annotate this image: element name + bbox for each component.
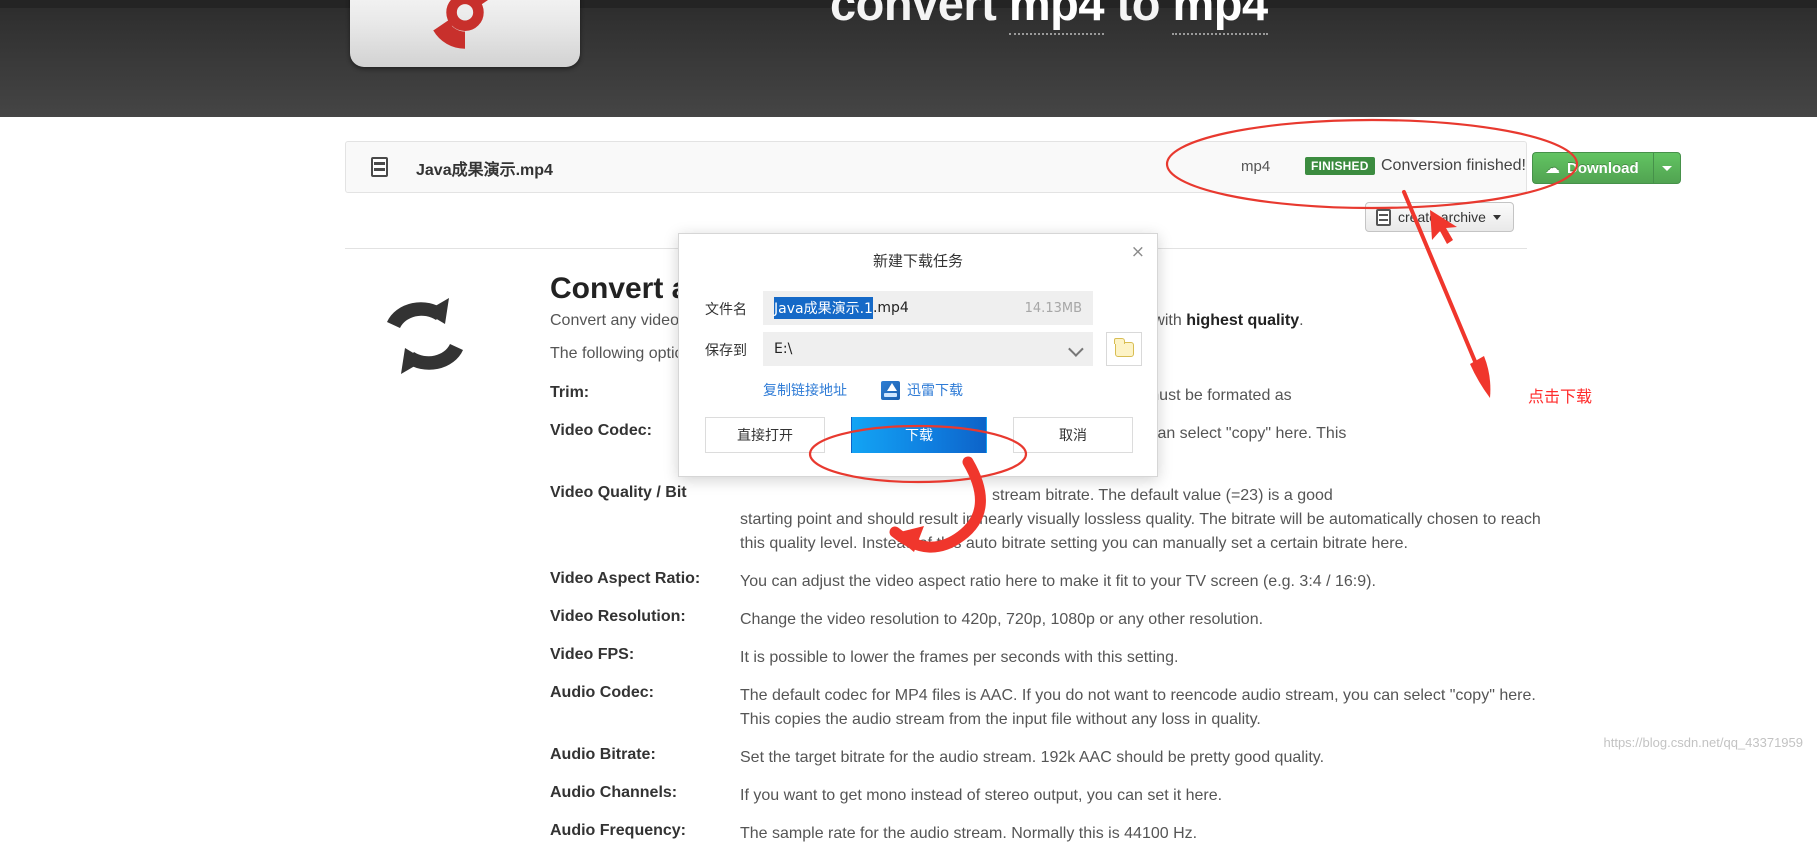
chevron-down-icon — [1661, 165, 1672, 171]
option-key: Audio Codec: — [550, 684, 654, 701]
filename-row: 文件名 Java成果演示.1 .mp4 14.13MB — [705, 291, 1135, 325]
table-row: Audio Codec: The default codec for MP4 f… — [550, 680, 1817, 742]
banner-title: convert mp4 to mp4 — [830, 0, 1268, 35]
option-key: Audio Channels: — [550, 784, 678, 801]
new-download-task-dialog: 新建下载任务 × 文件名 Java成果演示.1 .mp4 14.13MB 保存到 … — [678, 233, 1158, 477]
option-value: If you want to get mono instead of stere… — [740, 787, 1223, 804]
browse-folder-button[interactable] — [1106, 332, 1142, 366]
filename-selected-text: Java成果演示.1 — [774, 297, 873, 319]
option-key: Video Resolution: — [550, 608, 686, 625]
filename-input[interactable]: Java成果演示.1 .mp4 14.13MB — [763, 291, 1093, 325]
download-cloud-icon: ☁ — [1545, 160, 1560, 177]
banner-title-to: mp4 — [1172, 0, 1268, 35]
close-icon[interactable]: × — [1131, 244, 1145, 261]
status-text: Conversion finished! — [1381, 157, 1526, 174]
file-size-label: 14.13MB — [1024, 301, 1082, 316]
copy-link-button[interactable]: 复制链接地址 — [763, 380, 847, 400]
banner-title-mid: to — [1103, 0, 1173, 30]
article-para1-left: Convert any video ( — [550, 312, 689, 329]
annotation-note: 点击下载 — [1528, 387, 1593, 406]
option-key: Video Aspect Ratio: — [550, 570, 701, 587]
option-key: Audio Frequency: — [550, 822, 687, 839]
create-archive-label: create archive — [1398, 209, 1486, 225]
thunder-download-icon — [881, 380, 900, 400]
savepath-value: E:\ — [774, 341, 793, 357]
savepath-row: 保存到 E:\ — [705, 332, 1142, 366]
site-banner: convert mp4 to mp4 — [0, 0, 1817, 117]
watermark-text: https://blog.csdn.net/qq_43371959 — [1603, 735, 1804, 750]
table-row: Audio Channels: If you want to get mono … — [550, 780, 1817, 818]
cancel-button[interactable]: 取消 — [1013, 417, 1133, 453]
filename-label: 文件名 — [705, 302, 747, 318]
status-badge: FINISHED — [1305, 157, 1375, 175]
download-button-label: Download — [1567, 159, 1639, 177]
article-para2-left: The following option — [550, 345, 693, 362]
create-archive-button[interactable]: create archive — [1365, 202, 1514, 232]
table-row: Video Quality / Bit stream bitrate. The … — [550, 480, 1817, 566]
archive-icon — [1376, 209, 1391, 226]
folder-icon — [1113, 337, 1134, 357]
option-key: Video FPS: — [550, 646, 635, 663]
conversion-result-row: Java成果演示.mp4 mp4 FINISHED Conversion fin… — [345, 141, 1681, 193]
dialog-download-button[interactable]: 下载 — [851, 417, 987, 453]
video-file-icon — [371, 157, 388, 177]
chevron-down-icon — [1492, 214, 1501, 220]
refresh-cycle-icon — [375, 290, 475, 387]
option-value-text-3: this quality level. Instead of this auto… — [740, 535, 1408, 552]
download-dropdown-toggle[interactable] — [1652, 152, 1681, 184]
thunder-download-button[interactable]: 迅雷下载 — [881, 380, 963, 400]
option-value: Change the video resolution to 420p, 720… — [740, 611, 1264, 628]
download-button-group[interactable]: ☁ Download — [1532, 152, 1681, 184]
table-row: Video Resolution: Change the video resol… — [550, 604, 1817, 642]
table-row: Audio Frequency: The sample rate for the… — [550, 818, 1817, 856]
open-directly-button[interactable]: 直接打开 — [705, 417, 825, 453]
option-value: The default codec for MP4 files is AAC. … — [740, 680, 1817, 742]
option-key: Audio Bitrate: — [550, 746, 656, 763]
article-para1-end: . — [1299, 312, 1304, 329]
option-value-text-2: This copies the audio stream from the in… — [740, 711, 1261, 728]
option-value: The sample rate for the audio stream. No… — [740, 825, 1198, 842]
output-format-label: mp4 — [1241, 158, 1271, 175]
dialog-button-row: 直接打开 下载 取消 — [705, 417, 1133, 453]
option-value-text: stream bitrate. The default value (=23) … — [992, 487, 1333, 504]
dialog-title: 新建下载任务 — [872, 252, 963, 270]
filename-extension: .mp4 — [872, 300, 909, 316]
download-button[interactable]: ☁ Download — [1532, 152, 1653, 184]
chevron-down-icon — [1068, 341, 1084, 357]
option-key: Video Quality / Bit — [550, 484, 687, 501]
table-row: Video FPS: It is possible to lower the f… — [550, 642, 1817, 680]
option-value-text: The default codec for MP4 files is AAC. … — [740, 687, 1536, 704]
banner-title-from: mp4 — [1008, 0, 1104, 35]
result-file-name: Java成果演示.mp4 — [416, 162, 553, 179]
dialog-links-row: 复制链接地址 迅雷下载 — [763, 380, 963, 400]
option-value: It is possible to lower the frames per s… — [740, 649, 1179, 666]
thunder-download-label: 迅雷下载 — [907, 383, 963, 399]
table-row: Video Aspect Ratio: You can adjust the v… — [550, 566, 1817, 604]
option-value-text-2: starting point and should result in near… — [740, 511, 1541, 528]
option-value: You can adjust the video aspect ratio he… — [740, 573, 1376, 590]
option-value: stream bitrate. The default value (=23) … — [740, 480, 1817, 566]
savepath-select[interactable]: E:\ — [763, 332, 1093, 366]
savepath-label: 保存到 — [705, 343, 747, 359]
banner-title-prefix: convert — [830, 0, 1009, 30]
convert-logo — [350, 0, 580, 67]
article-para1-bold: highest quality — [1186, 312, 1300, 329]
